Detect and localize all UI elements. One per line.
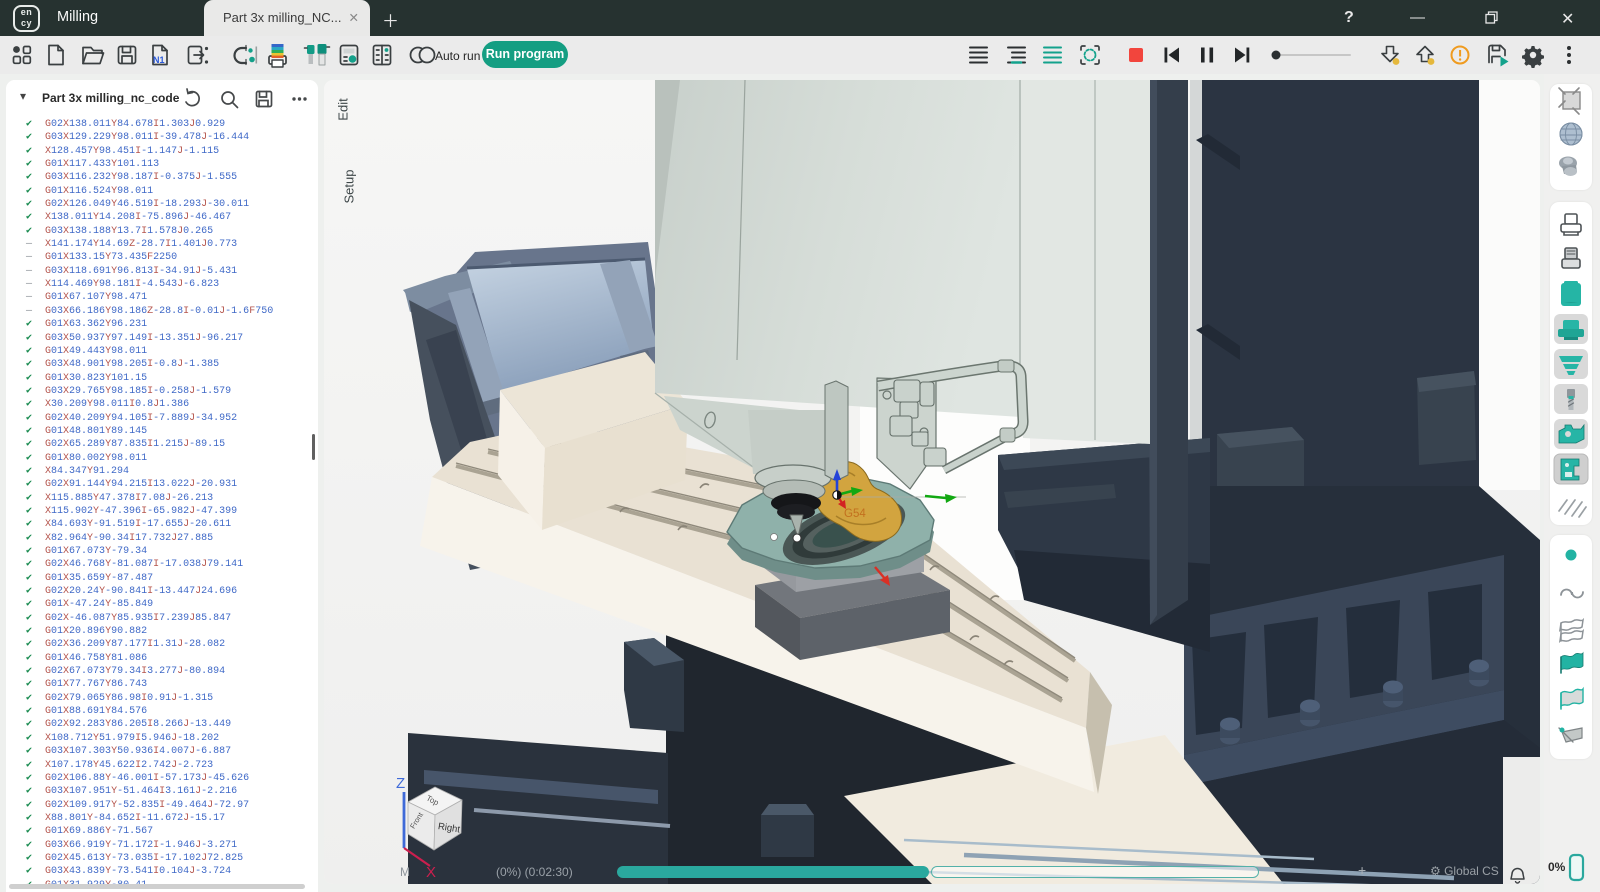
svg-text:G54: G54: [844, 508, 866, 520]
svg-text:X: X: [426, 864, 436, 881]
svg-text:N1: N1: [153, 55, 165, 65]
svg-text:Z: Z: [396, 775, 405, 792]
